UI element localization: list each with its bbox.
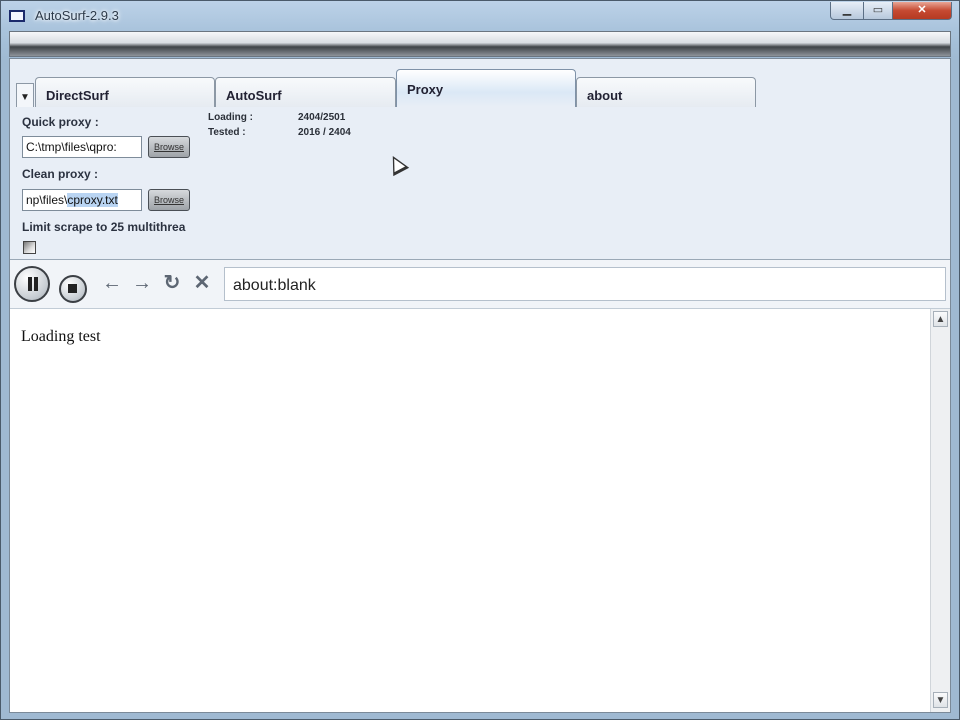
limit-scrape-checkbox[interactable] (23, 241, 36, 254)
quick-proxy-browse-button[interactable]: Browse (148, 136, 190, 158)
mouse-cursor-icon (384, 151, 410, 177)
scroll-up-arrow-icon[interactable]: ▲ (933, 311, 948, 327)
tab-proxy[interactable]: Proxy (396, 69, 576, 107)
address-bar[interactable]: about:blank (224, 267, 946, 301)
clean-proxy-browse-button[interactable]: Browse (148, 189, 190, 211)
forward-arrow-icon[interactable]: → (131, 272, 153, 294)
loading-value: 2404/2501 (298, 112, 346, 123)
scroll-down-arrow-icon[interactable]: ▼ (933, 692, 948, 708)
title-bar[interactable]: AutoSurf-2.9.3 ▁ ▭ ✕ (1, 1, 959, 31)
tested-value: 2016 / 2404 (298, 127, 351, 138)
window-title: AutoSurf-2.9.3 (35, 8, 119, 23)
tested-label: Tested : (208, 127, 246, 138)
proxy-panel: ▼ DirectSurf AutoSurf Proxy about Quick … (10, 59, 950, 260)
browser-toolbar: ← → ↻ ✕ about:blank (10, 260, 950, 309)
vertical-scrollbar[interactable]: ▲ ▼ (930, 309, 950, 712)
stop-loading-icon[interactable]: ✕ (191, 272, 213, 294)
app-icon (9, 10, 25, 22)
menu-bar (9, 31, 951, 57)
stop-button[interactable] (59, 275, 87, 303)
page-text: Loading test (21, 328, 101, 345)
app-window: AutoSurf-2.9.3 ▁ ▭ ✕ ▼ DirectSurf AutoSu… (0, 0, 960, 720)
tab-dropdown-button[interactable]: ▼ (16, 83, 34, 107)
tab-directsurf[interactable]: DirectSurf (35, 77, 215, 107)
minimize-button[interactable]: ▁ (830, 2, 864, 20)
refresh-icon[interactable]: ↻ (161, 272, 183, 294)
clean-proxy-field[interactable]: np\files\cproxy.txt (22, 189, 142, 211)
close-button[interactable]: ✕ (892, 2, 952, 20)
pause-button[interactable] (14, 266, 50, 302)
maximize-button[interactable]: ▭ (863, 2, 893, 20)
stop-square-icon (68, 284, 77, 293)
tab-autosurf[interactable]: AutoSurf (215, 77, 396, 107)
back-arrow-icon[interactable]: ← (101, 272, 123, 294)
clean-proxy-selected-text: cproxy.txt (67, 193, 118, 207)
quick-proxy-field[interactable]: C:\tmp\files\qpro: (22, 136, 142, 158)
loading-label: Loading : (208, 112, 253, 123)
clean-proxy-label: Clean proxy : (22, 167, 99, 181)
tab-about[interactable]: about (576, 77, 756, 107)
clean-proxy-path: np\files\ (26, 193, 68, 207)
limit-scrape-label: Limit scrape to 25 multithrea (22, 220, 186, 234)
client-area: ▼ DirectSurf AutoSurf Proxy about Quick … (9, 58, 951, 713)
quick-proxy-label: Quick proxy : (22, 115, 99, 129)
browser-content: Loading test (10, 309, 930, 712)
pause-icon (27, 277, 39, 293)
